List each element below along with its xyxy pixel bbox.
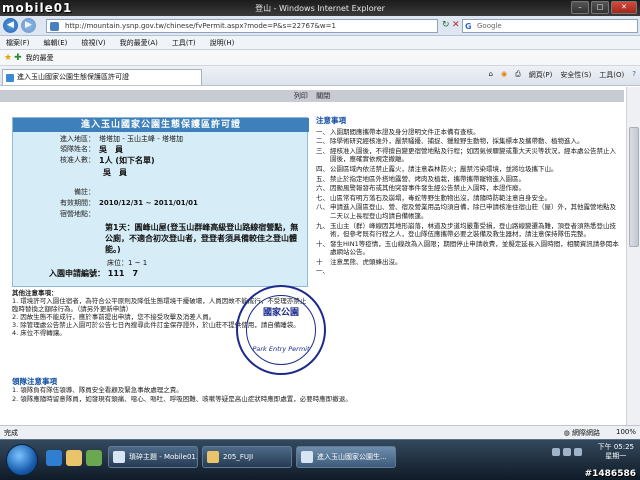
permit-title: 進入玉山國家公園生態保護區許可證 bbox=[13, 118, 309, 132]
field-area: 進入地區： 塔塔加 - 玉山主峰 - 塔塔加 bbox=[60, 135, 183, 143]
favorites-label[interactable]: 我的最愛 bbox=[26, 53, 54, 63]
help-icon[interactable]: ? bbox=[632, 70, 636, 80]
stamp-side-text: 國家公園 bbox=[262, 308, 299, 318]
zoom-level[interactable]: 100% bbox=[616, 428, 636, 436]
leader-notice: 領隊注意事項 1. 領隊負有隊伍領導、隊員安全看顧及緊急事故處理之責。 2. 領… bbox=[12, 377, 612, 404]
address-input[interactable]: http://mountain.ysnp.gov.tw/chinese/fvPe… bbox=[46, 19, 438, 33]
system-tray bbox=[552, 448, 582, 456]
permit-card: 進入玉山國家公園生態保護區許可證 進入地區： 塔塔加 - 玉山主峰 - 塔塔加 … bbox=[12, 117, 309, 287]
status-bar: 完成 ◍ 網際網路 100% bbox=[0, 425, 640, 439]
menu-tools[interactable]: 工具(T) bbox=[172, 38, 196, 48]
watermark-logo: mobile01 bbox=[2, 1, 73, 15]
search-input[interactable]: G Google bbox=[462, 19, 638, 33]
clock[interactable]: 下午 05:25 星期一 bbox=[598, 443, 634, 461]
print-bar: 列印 關閉 bbox=[0, 90, 624, 102]
taskbar-button-folder[interactable]: 205_FUJI bbox=[202, 446, 292, 468]
list-item: 四、 公園區域內依法禁止露火，請注意森林防火；嚴禁污染環境，並將垃圾攜下山。 bbox=[316, 164, 558, 173]
google-icon: G bbox=[465, 22, 472, 31]
ie-quicklaunch-icon[interactable] bbox=[46, 450, 62, 466]
tab-bar: 進入玉山國家公園生態保護區許可證 ⌂ ◉ ⎙ 網頁(P) 安全性(S) 工具(O… bbox=[0, 66, 640, 86]
folder-icon bbox=[207, 451, 219, 463]
field-count: 核准人數： 1人 (如下名單) bbox=[60, 156, 155, 165]
favorites-star-icon[interactable]: ★ bbox=[4, 53, 12, 63]
list-item: 五、 禁止於指定地區外搭地露營、烤肉及植栽，攜帶攜帶寵物進入園區。 bbox=[316, 174, 525, 183]
window-titlebar[interactable]: 登山 - Windows Internet Explorer – □ ✕ bbox=[0, 0, 640, 16]
menu-file[interactable]: 檔案(F) bbox=[6, 38, 30, 48]
menu-view[interactable]: 檢視(V) bbox=[81, 38, 105, 48]
list-item: 十一、 注意黑熊、虎頭蜂出沒。 bbox=[316, 257, 402, 275]
app-quicklaunch-icon[interactable] bbox=[86, 450, 102, 466]
notice-heading: 注意事項 bbox=[316, 116, 346, 125]
bed-info: 床位：1 ~ 1 bbox=[107, 259, 148, 267]
taskbar-button-permit[interactable]: 進入玉山國家公園生... bbox=[296, 446, 396, 468]
add-favorite-icon[interactable]: ✚ bbox=[14, 53, 22, 63]
field-remark: 備註： bbox=[74, 188, 95, 196]
member-name: 吳 員 bbox=[103, 168, 127, 177]
stop-icon[interactable]: ✕ bbox=[452, 20, 460, 30]
vertical-scrollbar[interactable] bbox=[626, 87, 640, 425]
list-item: 八、 申請進入園區登山、營、宿及營業用品均須自備，除已申請核准住宿山莊（屋）外，其… bbox=[316, 203, 616, 220]
field-validity: 有效期間： 2010/12/31 ~ 2011/01/01 bbox=[60, 199, 198, 207]
print-link[interactable]: 列印 bbox=[294, 92, 308, 100]
forward-button[interactable]: ▶ bbox=[21, 18, 36, 33]
back-button[interactable]: ◀ bbox=[3, 18, 18, 33]
entry-number: 入園申請編號： 111 7 bbox=[49, 269, 139, 278]
tray-icon[interactable] bbox=[563, 448, 571, 456]
page-icon bbox=[50, 22, 59, 31]
close-button[interactable]: ✕ bbox=[611, 1, 637, 14]
maximize-button[interactable]: □ bbox=[591, 1, 609, 14]
zone-label: ◍ 網際網路 bbox=[563, 429, 600, 437]
folder-quicklaunch-icon[interactable] bbox=[66, 450, 82, 466]
camp-detail: 第1天：圓峰山屋(登玉山群峰高級登山路線宿營點，無公廁，不適合初次登山者，登登者… bbox=[105, 223, 299, 254]
search-placeholder: Google bbox=[477, 22, 502, 30]
tab-permit[interactable]: 進入玉山國家公園生態保護區許可證 bbox=[2, 69, 202, 85]
tray-icon[interactable] bbox=[574, 448, 582, 456]
list-item: 一、 入園期間應攜帶本證及身分證明文件正本備有查核。 bbox=[316, 127, 480, 136]
watermark-id: #1486586 bbox=[584, 469, 636, 479]
list-item: 二、 除學術研究經核准外，嚴禁騷擾、捕捉、獵殺野生動物，採集標本及攜帶動、植物進入… bbox=[316, 137, 584, 146]
stamp-text: Park Entry Permit bbox=[252, 345, 310, 353]
start-button[interactable] bbox=[6, 444, 38, 476]
favorites-bar: ★ ✚ 我的最愛 bbox=[0, 50, 640, 66]
list-item: 2. 領隊應隨時留意隊員，如發現有頭痛、噁心、嘔吐、呼吸困難、咳嗽等疑是高山症狀… bbox=[12, 395, 352, 403]
list-item: 九、 玉山主（群）峰線因其地形崩落，林道及步道均嚴重受損，登山路線變遷為難，頂登者… bbox=[316, 221, 616, 239]
list-item: 十、 發生HIN1等疫情，玉山線改為入園限；期間停止申請收費，並擬定延長入園時間，… bbox=[316, 239, 619, 257]
refresh-icon[interactable]: ↻ bbox=[442, 20, 450, 30]
page-menu[interactable]: 網頁(P) bbox=[529, 70, 553, 80]
menu-help[interactable]: 說明(H) bbox=[210, 38, 235, 48]
ie-icon bbox=[301, 451, 313, 463]
list-item: 三、 經核准入園後，不得擅自變更宿營地點及行程；如因氣候驟變或重大天災等狀況，經本… bbox=[316, 146, 616, 164]
menu-bar: 檔案(F) 編輯(E) 檢視(V) 我的最愛(A) 工具(T) 說明(H) bbox=[0, 36, 640, 50]
status-text: 完成 bbox=[4, 428, 18, 437]
tools-menu[interactable]: 工具(O) bbox=[599, 70, 624, 80]
field-camp: 宿營地點： bbox=[60, 210, 95, 218]
taskbar: 瑣碎主題 - Mobile01... 205_FUJI 進入玉山國家公園生...… bbox=[0, 439, 640, 480]
list-item: 1. 領隊負有隊伍領導、隊員安全看顧及緊急事故處理之責。 bbox=[12, 386, 183, 394]
globe-icon: ◍ bbox=[563, 429, 570, 437]
list-item: 六、 因颱風警報發布或其他突發事件發生經公告禁止入園時，本證作廢。 bbox=[316, 184, 525, 193]
home-icon[interactable]: ⌂ bbox=[489, 70, 493, 80]
tab-label: 進入玉山國家公園生態保護區許可證 bbox=[17, 73, 129, 81]
close-link[interactable]: 關閉 bbox=[316, 92, 330, 100]
page-content: 列印 關閉 進入玉山國家公園生態保護區許可證 進入地區： 塔塔加 - 玉山主峰 … bbox=[0, 87, 640, 425]
menu-favorites[interactable]: 我的最愛(A) bbox=[120, 38, 158, 48]
menu-edit[interactable]: 編輯(E) bbox=[44, 38, 68, 48]
official-stamp: 國家公園 Park Entry Permit bbox=[236, 285, 326, 375]
field-leader: 領隊姓名： 吳 員 bbox=[60, 145, 123, 154]
minimize-button[interactable]: – bbox=[571, 1, 589, 14]
tab-page-icon bbox=[6, 74, 14, 82]
scrollbar-thumb[interactable] bbox=[629, 127, 639, 247]
window-title: 登山 - Windows Internet Explorer bbox=[255, 3, 385, 13]
list-item: 七、 山區常有明方落石及崩塌，毒蛇等野生動物出沒，請隨時防範注意自身安全。 bbox=[316, 193, 551, 202]
tray-icon[interactable] bbox=[552, 448, 560, 456]
notice-section: 注意事項 一、 入園期間應攜帶本證及身分證明文件正本備有查核。 二、 除學術研究經核… bbox=[316, 116, 620, 276]
taskbar-button-mobile01[interactable]: 瑣碎主題 - Mobile01... bbox=[108, 446, 198, 468]
print-icon[interactable]: ⎙ bbox=[515, 70, 521, 80]
address-url: http://mountain.ysnp.gov.tw/chinese/fvPe… bbox=[65, 22, 336, 30]
safety-menu[interactable]: 安全性(S) bbox=[560, 70, 591, 80]
ie-icon bbox=[113, 451, 125, 463]
leader-notice-heading: 領隊注意事項 bbox=[12, 377, 57, 386]
address-toolbar: ◀ ▶ http://mountain.ysnp.gov.tw/chinese/… bbox=[0, 16, 640, 36]
feed-icon[interactable]: ◉ bbox=[501, 70, 507, 80]
